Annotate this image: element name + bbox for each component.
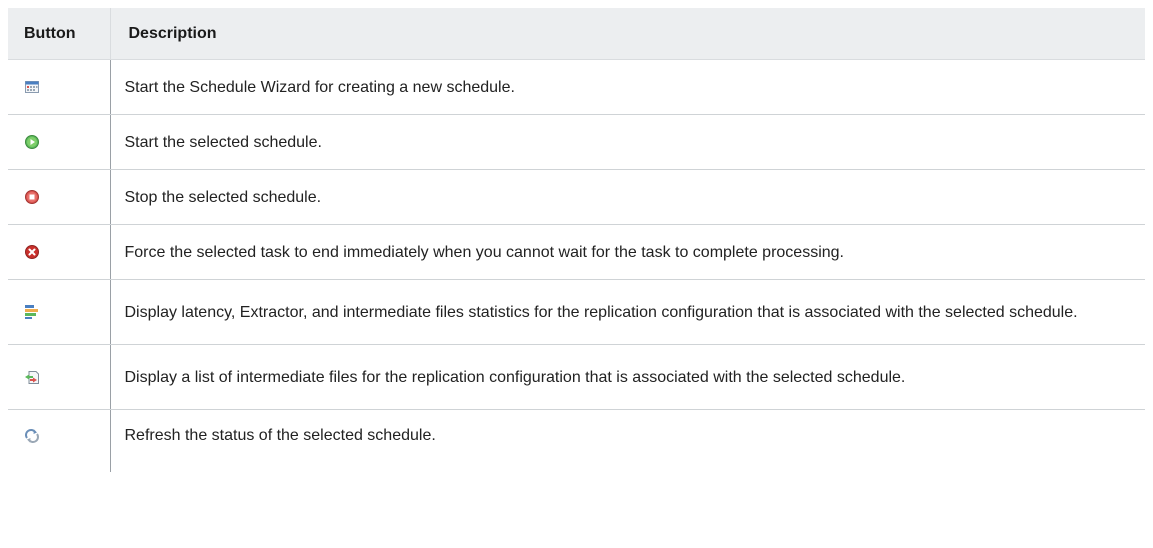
row-description: Display latency, Extractor, and intermed… <box>110 279 1145 345</box>
row-description: Start the selected schedule. <box>110 114 1145 170</box>
table-row: Refresh the status of the selected sched… <box>8 409 1145 472</box>
intermediate-files-icon <box>24 369 40 385</box>
icon-cell <box>8 59 111 115</box>
table-row: Stop the selected schedule. <box>8 169 1145 225</box>
row-description: Force the selected task to end immediate… <box>110 224 1145 280</box>
table-row: Start the selected schedule. <box>8 114 1145 170</box>
row-description: Stop the selected schedule. <box>110 169 1145 225</box>
row-description: Start the Schedule Wizard for creating a… <box>110 59 1145 115</box>
icon-cell <box>8 114 111 170</box>
refresh-icon <box>24 428 40 444</box>
statistics-bars-icon <box>24 304 40 320</box>
table-row: Display latency, Extractor, and intermed… <box>8 279 1145 345</box>
table-row: Force the selected task to end immediate… <box>8 224 1145 280</box>
header-button: Button <box>8 8 111 60</box>
icon-cell <box>8 169 111 225</box>
header-description: Description <box>110 8 1145 60</box>
table-row: Start the Schedule Wizard for creating a… <box>8 59 1145 115</box>
button-description-table: Button Description Start the Schedule Wi… <box>8 8 1145 472</box>
icon-cell <box>8 279 111 345</box>
icon-cell <box>8 344 111 410</box>
table-row: Display a list of intermediate files for… <box>8 344 1145 410</box>
row-description: Display a list of intermediate files for… <box>110 344 1145 410</box>
force-end-icon <box>24 244 40 260</box>
icon-cell <box>8 409 111 472</box>
table-header-row: Button Description <box>8 8 1145 60</box>
calendar-wizard-icon <box>24 79 40 95</box>
icon-cell <box>8 224 111 280</box>
stop-icon <box>24 189 40 205</box>
row-description: Refresh the status of the selected sched… <box>124 427 436 444</box>
start-play-icon <box>24 134 40 150</box>
button-description-table-container: Button Description Start the Schedule Wi… <box>8 8 1145 472</box>
